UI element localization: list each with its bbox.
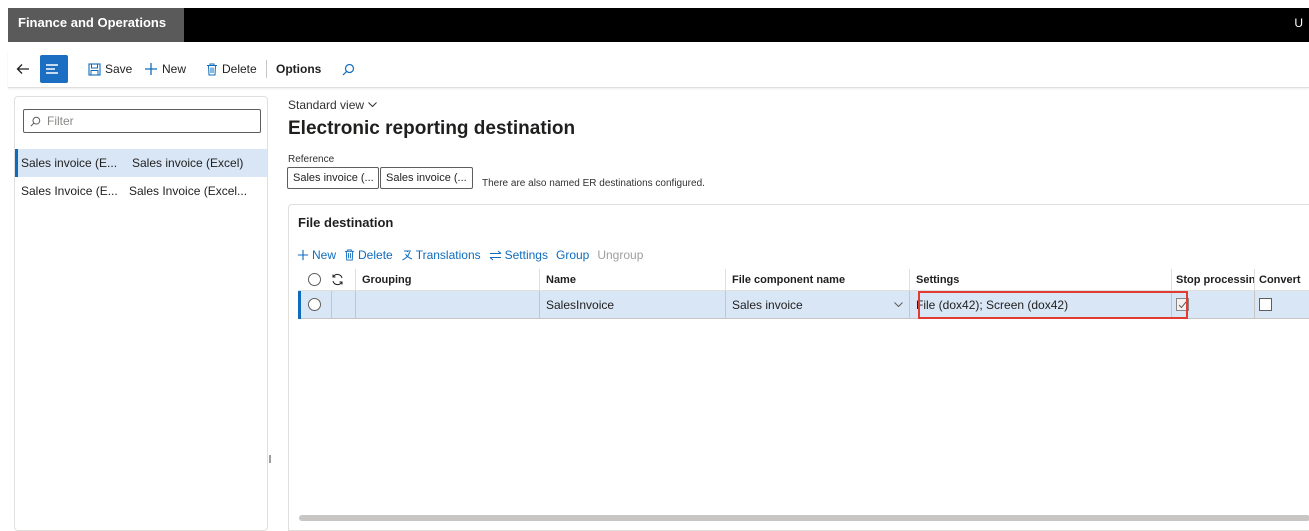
column-header-grouping[interactable]: Grouping	[355, 269, 539, 290]
search-icon	[30, 116, 41, 127]
filter-placeholder: Filter	[47, 114, 74, 128]
trash-icon	[344, 249, 355, 261]
list-item-reference: Sales Invoice (E...	[21, 184, 117, 198]
save-icon	[88, 62, 101, 76]
list-item-description: Sales Invoice (Excel...	[129, 184, 248, 198]
file-destination-card: File destination New Delete Translations…	[288, 204, 1309, 531]
save-button[interactable]: Save	[88, 50, 132, 88]
list-item-reference: Sales invoice (E...	[21, 156, 118, 170]
list-item[interactable]: Sales Invoice (E... Sales Invoice (Excel…	[15, 177, 267, 205]
group-button[interactable]: Group	[556, 248, 589, 262]
refresh-button[interactable]	[331, 269, 355, 290]
column-header-file-component[interactable]: File component name	[725, 269, 909, 290]
settings-button[interactable]: Settings	[489, 248, 548, 262]
translations-button[interactable]: Translations	[401, 248, 481, 262]
trash-icon	[207, 63, 217, 75]
delete-label: Delete	[222, 62, 257, 76]
settings-label: Settings	[504, 248, 548, 262]
cell-name[interactable]: SalesInvoice	[539, 291, 725, 318]
new-label: New	[162, 62, 187, 76]
column-header-convert[interactable]: Convert	[1254, 269, 1309, 290]
reference-button-1[interactable]: Sales invoice (...	[287, 167, 379, 189]
checkmark-icon	[1178, 301, 1187, 308]
plus-icon	[145, 63, 157, 75]
page-title: Electronic reporting destination	[288, 118, 576, 139]
action-pane: Save New Delete Options	[8, 50, 1309, 88]
back-button[interactable]	[14, 50, 36, 88]
delete-button[interactable]: Delete	[206, 50, 257, 88]
column-header-stop-processing[interactable]: Stop processin...	[1171, 269, 1254, 290]
list-pane: Filter Sales invoice (E... Sales invoice…	[14, 96, 268, 531]
app-title[interactable]: Finance and Operations	[8, 8, 184, 42]
search-icon	[342, 63, 355, 75]
cell-stop-processing[interactable]	[1171, 291, 1254, 318]
translations-label: Translations	[415, 248, 481, 262]
options-tab[interactable]: Options	[276, 50, 321, 88]
grid-delete-button[interactable]: Delete	[344, 248, 393, 262]
reference-button-2[interactable]: Sales invoice (...	[380, 167, 473, 189]
destination-list: Sales invoice (E... Sales invoice (Excel…	[15, 149, 267, 205]
grid-new-button[interactable]: New	[297, 248, 336, 262]
pane-splitter[interactable]	[269, 455, 271, 463]
row-spacer	[331, 291, 355, 318]
stop-processing-checkbox[interactable]	[1176, 298, 1189, 311]
cell-grouping[interactable]	[355, 291, 539, 318]
grid-toolbar: New Delete Translations Settings Group U…	[289, 245, 643, 265]
plus-icon	[297, 249, 309, 261]
view-selector[interactable]: Standard view	[288, 98, 377, 112]
ungroup-label: Ungroup	[597, 248, 644, 262]
reference-label: Reference	[288, 154, 335, 165]
filter-input[interactable]: Filter	[23, 109, 261, 133]
reference-note: There are also named ER destinations con…	[482, 178, 705, 189]
select-all-radio[interactable]	[308, 269, 328, 290]
list-item-description: Sales invoice (Excel)	[132, 156, 244, 170]
column-header-settings[interactable]: Settings	[909, 269, 1171, 290]
cell-convert[interactable]	[1254, 291, 1309, 318]
list-item[interactable]: Sales invoice (E... Sales invoice (Excel…	[15, 149, 267, 177]
top-bar-inner: Finance and Operations U	[8, 8, 1309, 42]
grid-header: Grouping Name File component name Settin…	[298, 269, 1309, 291]
grid-new-label: New	[312, 248, 337, 262]
chevron-down-icon	[368, 102, 377, 108]
convert-checkbox[interactable]	[1259, 298, 1272, 311]
column-header-name[interactable]: Name	[539, 269, 725, 290]
card-title[interactable]: File destination	[298, 215, 393, 230]
grid-delete-label: Delete	[358, 248, 393, 262]
user-initial[interactable]: U	[1294, 16, 1303, 30]
list-menu-icon	[46, 64, 58, 74]
radio-icon	[308, 298, 321, 311]
swap-arrows-icon	[489, 250, 501, 260]
top-bar: Finance and Operations U	[0, 0, 1309, 46]
action-pane-divider	[266, 60, 267, 78]
search-button[interactable]	[342, 50, 359, 88]
save-label: Save	[105, 62, 133, 76]
translate-icon	[401, 250, 412, 261]
view-name: Standard view	[288, 98, 365, 112]
horizontal-scrollbar[interactable]	[299, 515, 1309, 521]
cell-file-component[interactable]: Sales invoice	[725, 291, 909, 318]
back-arrow-icon	[16, 64, 29, 74]
navigation-menu-button[interactable]	[40, 55, 68, 83]
row-select-radio[interactable]	[308, 291, 328, 318]
ungroup-button[interactable]: Ungroup	[597, 248, 643, 262]
main-content: Standard view Electronic reporting desti…	[280, 92, 1309, 531]
group-label: Group	[555, 248, 590, 262]
file-component-value: Sales invoice	[732, 297, 803, 312]
cell-settings[interactable]: File (dox42); Screen (dox42)	[909, 291, 1171, 318]
refresh-icon	[332, 273, 343, 286]
radio-icon	[308, 273, 321, 286]
file-destination-grid: Grouping Name File component name Settin…	[298, 269, 1309, 319]
row-selection-indicator	[298, 291, 301, 319]
chevron-down-icon[interactable]	[894, 301, 903, 308]
table-row[interactable]: SalesInvoice Sales invoice File (dox42);…	[298, 291, 1309, 319]
new-button[interactable]: New	[144, 50, 186, 88]
